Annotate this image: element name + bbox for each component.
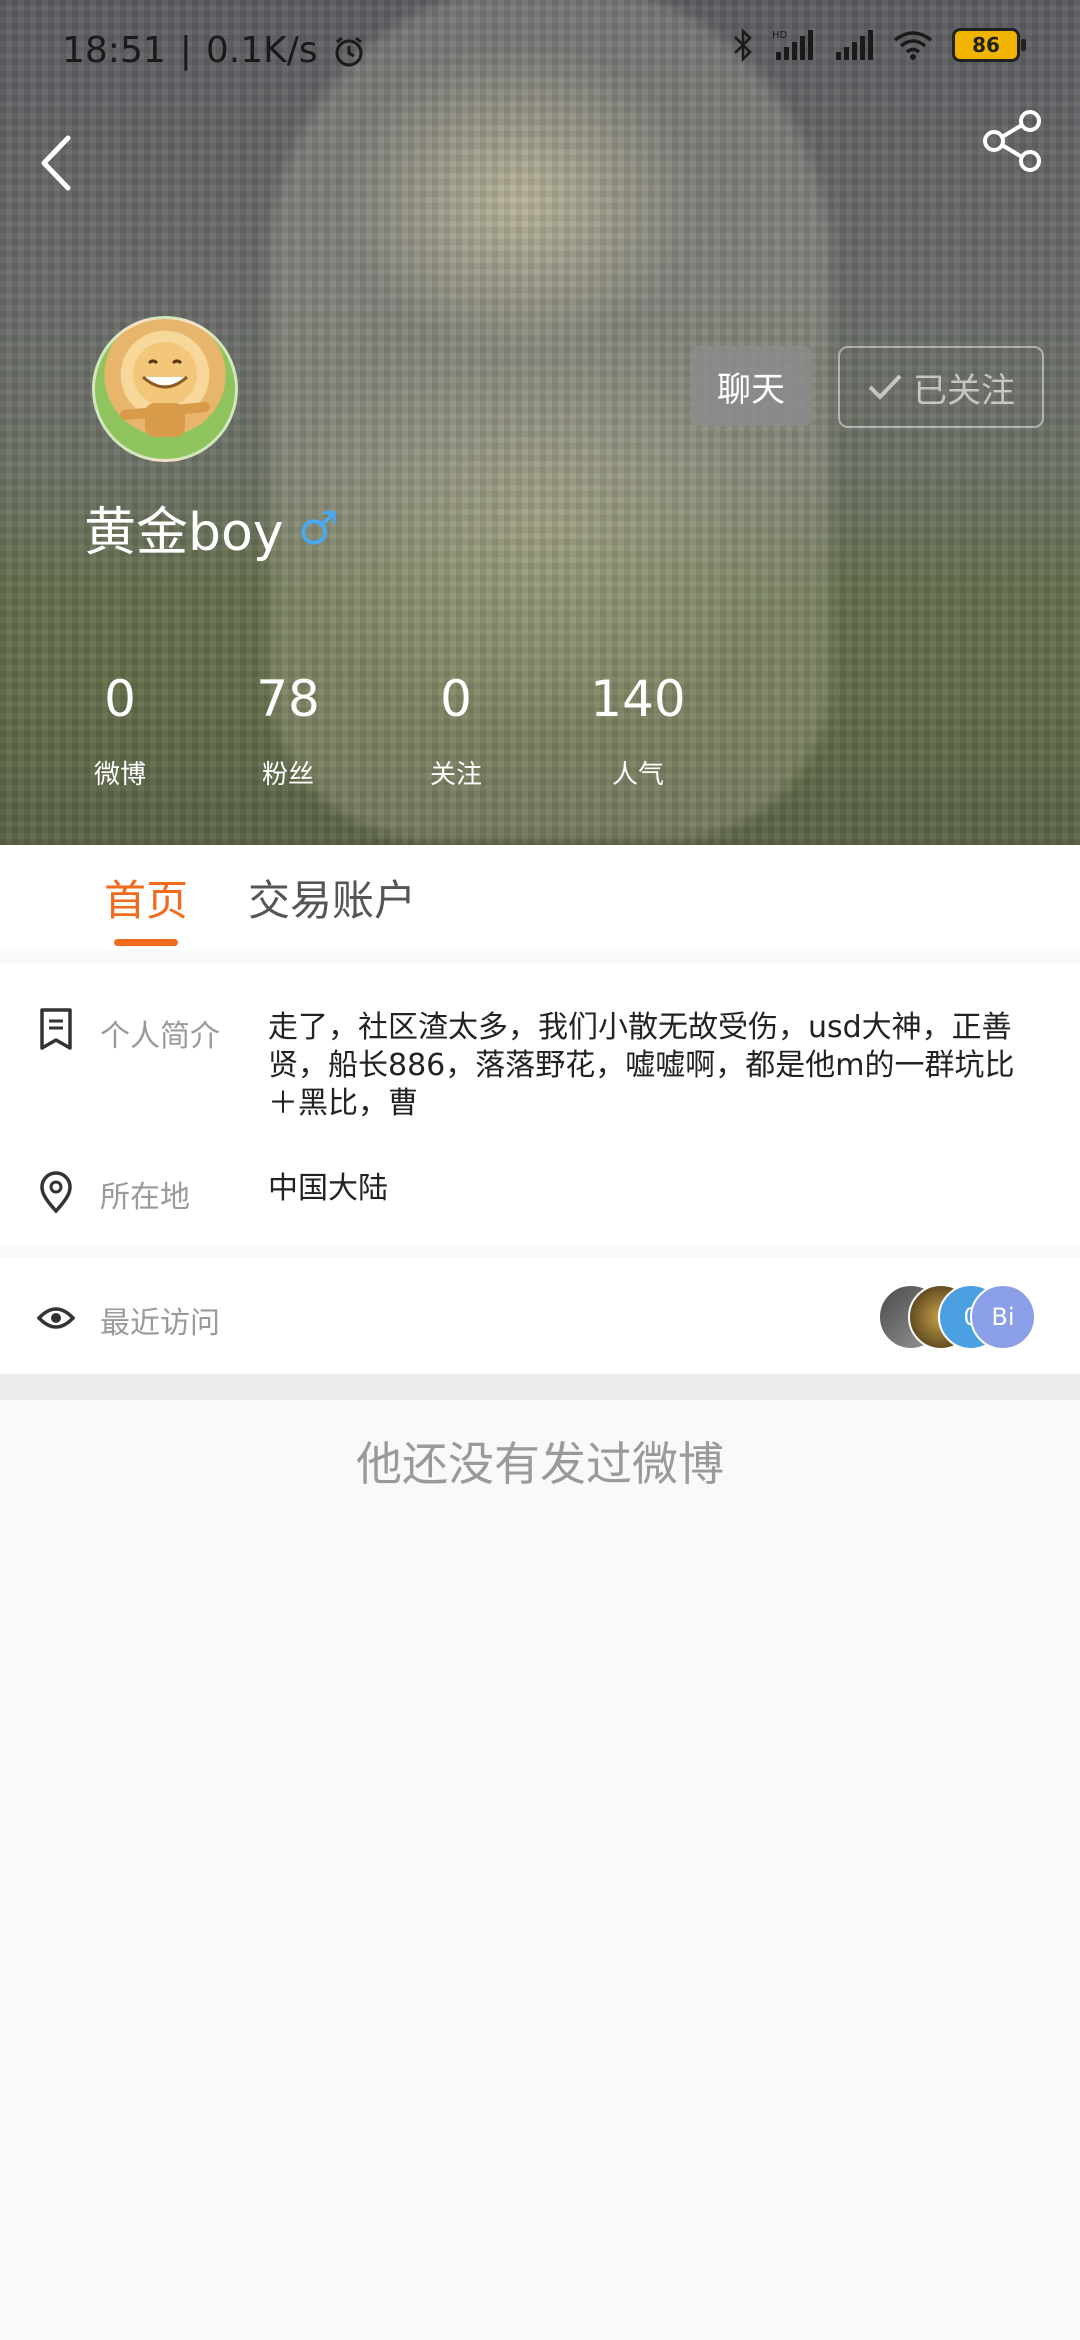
stat-label: 粉丝	[261, 760, 314, 790]
avatar-image	[120, 342, 210, 437]
visitor-avatars: 0 Bi	[878, 1284, 1038, 1350]
profile-info-card: 个人简介 走了，社区渣太多，我们小散无故受伤，usd大神，正善贤，船长886，落…	[0, 965, 1080, 1245]
bio-label: 个人简介	[100, 1019, 220, 1054]
location-label: 所在地	[100, 1180, 190, 1215]
stat-following[interactable]: 0 关注	[376, 670, 536, 791]
stat-value: 78	[256, 670, 320, 728]
battery-level: 86	[972, 33, 1000, 57]
gender-male-icon: ♂	[297, 500, 339, 555]
chat-button[interactable]: 聊天	[690, 346, 812, 426]
chevron-left-icon	[41, 135, 71, 191]
visitor-avatar: Bi	[970, 1284, 1036, 1350]
chat-button-label: 聊天	[717, 369, 785, 410]
tab-trade-account[interactable]: 交易账户	[248, 867, 416, 928]
battery-indicator: 86	[952, 28, 1026, 62]
status-bar: 18:51 | 0.1K/s HD 86	[0, 0, 1080, 104]
share-icon	[983, 110, 1041, 172]
bookmark-icon	[40, 1008, 72, 1050]
profile-name: 黄金boy ♂	[84, 490, 339, 565]
stat-label: 微博	[93, 760, 146, 790]
status-time: 18:51	[62, 30, 166, 71]
stat-popularity[interactable]: 140 人气	[558, 670, 718, 791]
alarm-icon	[335, 36, 363, 66]
signal-icon	[836, 30, 873, 60]
username: 黄金boy	[84, 503, 284, 563]
recent-visits-row[interactable]: 最近访问 0 Bi	[0, 1258, 1080, 1374]
stat-value: 140	[590, 670, 686, 728]
location-pin-icon	[40, 1171, 72, 1214]
check-icon	[868, 374, 902, 400]
stat-value: 0	[104, 670, 136, 728]
section-divider	[0, 1374, 1080, 1400]
bio-value: 走了，社区渣太多，我们小散无故受伤，usd大神，正善贤，船长886，落落野花，嘘…	[268, 1010, 1015, 1121]
status-net-speed: 0.1K/s	[205, 30, 318, 71]
stat-label: 人气	[611, 760, 664, 790]
following-button-label: 已关注	[913, 370, 1015, 411]
eye-icon	[36, 1307, 76, 1329]
location-value: 中国大陆	[268, 1171, 388, 1206]
wifi-icon	[893, 31, 933, 60]
following-button[interactable]: 已关注	[838, 346, 1044, 428]
signal-hd-icon: HD	[772, 30, 813, 60]
empty-feed-message: 他还没有发过微博	[356, 1437, 724, 1491]
user-avatar[interactable]	[92, 316, 238, 462]
recent-visits-label: 最近访问	[100, 1306, 220, 1341]
back-button[interactable]	[30, 128, 90, 198]
stat-value: 0	[440, 670, 472, 728]
share-button[interactable]	[978, 106, 1048, 176]
profile-tabs: 首页 交易账户	[0, 845, 1080, 951]
stat-weibo[interactable]: 0 微博	[40, 670, 200, 791]
status-separator: |	[179, 30, 192, 71]
bluetooth-icon	[734, 28, 752, 62]
tab-home[interactable]: 首页	[104, 867, 188, 928]
stat-fans[interactable]: 78 粉丝	[208, 670, 368, 791]
svg-text:HD: HD	[772, 30, 788, 41]
tab-indicator	[114, 939, 178, 946]
stat-label: 关注	[429, 760, 482, 790]
